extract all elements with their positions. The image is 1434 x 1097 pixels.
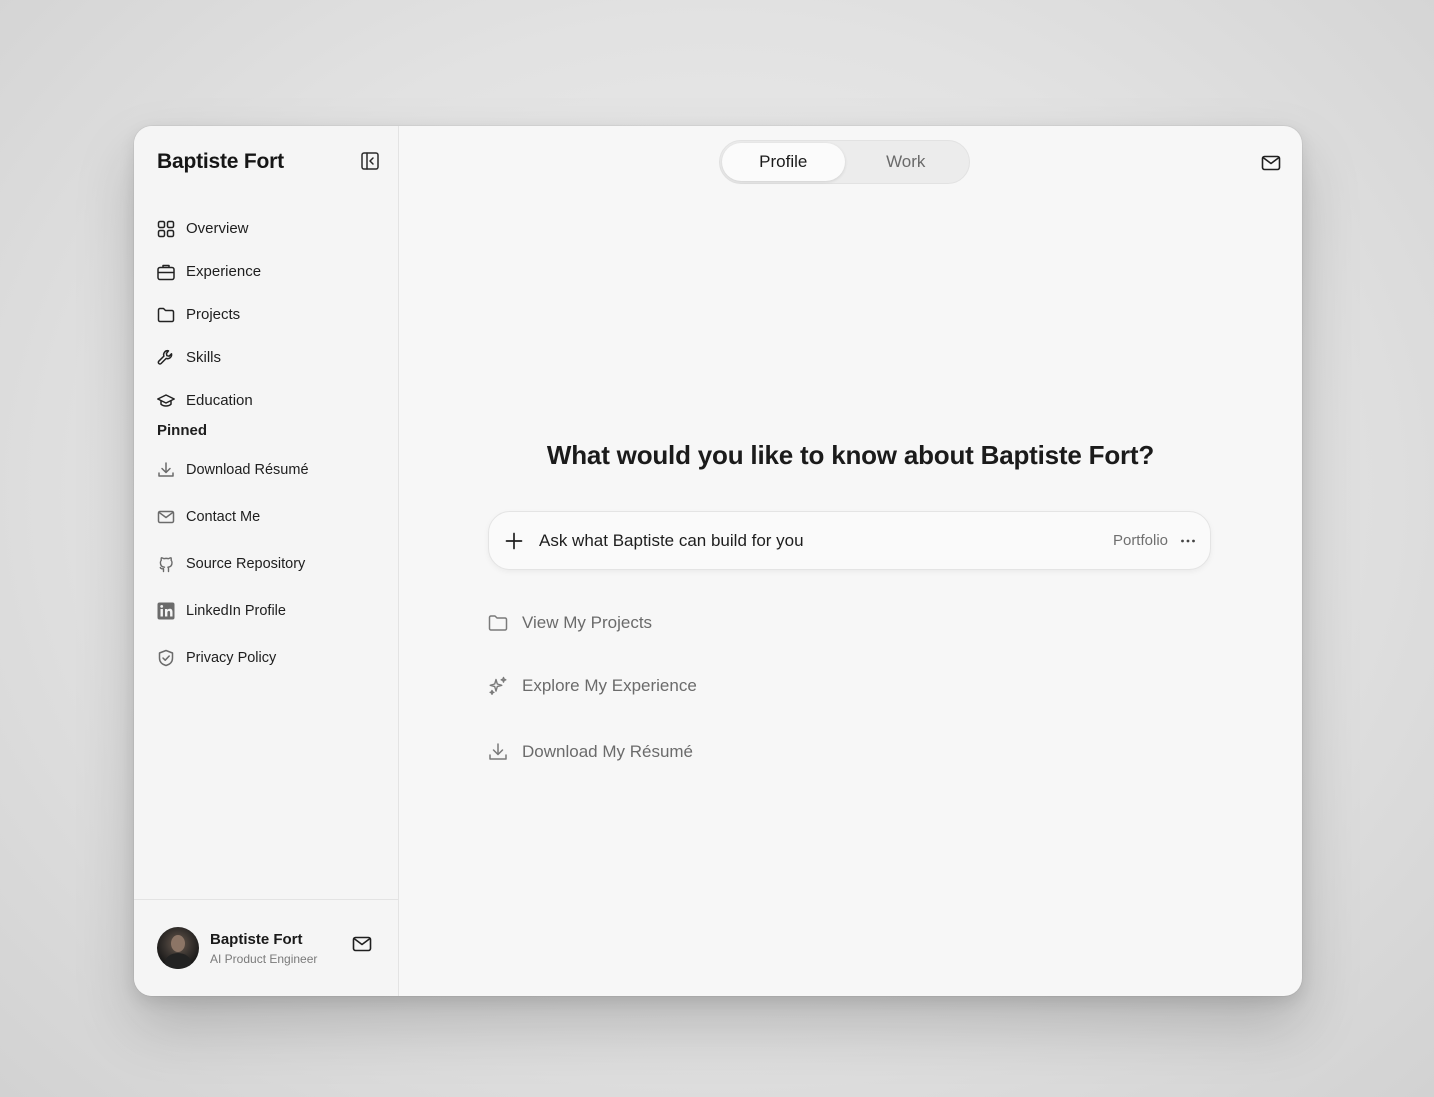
tab-profile[interactable]: Profile xyxy=(722,143,845,181)
briefcase-icon xyxy=(157,264,175,280)
download-icon xyxy=(489,743,507,760)
user-name: Baptiste Fort xyxy=(210,930,303,948)
sidebar-item-label: Download Résumé xyxy=(186,461,309,478)
tab-work[interactable]: Work xyxy=(845,143,968,181)
folder-icon xyxy=(488,615,508,631)
sidebar-item-label: Experience xyxy=(186,263,262,280)
suggestion-label: Download My Résumé xyxy=(522,742,694,761)
sidebar-item-skills[interactable]: Skills xyxy=(156,336,384,379)
sidebar-item-experience[interactable]: Experience xyxy=(156,250,384,293)
download-icon xyxy=(158,461,174,477)
user-role: AI Product Engineer xyxy=(210,951,318,966)
pinned-item-privacy-policy[interactable]: Privacy Policy xyxy=(156,634,384,681)
sidebar-item-label: Skills xyxy=(186,349,222,366)
sidebar-item-overview[interactable]: Overview xyxy=(156,207,384,250)
view-switcher: Profile Work xyxy=(719,140,970,184)
more-options-icon[interactable] xyxy=(1178,531,1198,551)
suggestion-download-resume[interactable]: Download My Résumé xyxy=(487,741,693,763)
sidebar-item-label: Contact Me xyxy=(186,508,261,525)
ask-mode-selector[interactable]: Portfolio xyxy=(1113,532,1168,549)
user-card[interactable]: Baptiste Fort AI Product Engineer xyxy=(134,899,398,996)
pinned-item-linkedin-profile[interactable]: LinkedIn Profile xyxy=(156,587,384,634)
plus-icon[interactable] xyxy=(503,530,525,552)
user-info: Baptiste Fort AI Product Engineer xyxy=(210,931,317,966)
wrench-icon xyxy=(157,349,173,365)
github-icon xyxy=(159,556,173,572)
suggestion-view-projects[interactable]: View My Projects xyxy=(487,612,652,634)
linkedin-icon xyxy=(157,602,175,619)
pinned-item-source-repository[interactable]: Source Repository xyxy=(156,540,384,587)
brand-title: Baptiste Fort xyxy=(157,150,284,173)
graduation-cap-icon xyxy=(157,393,175,407)
sidebar-nav: Overview Experience Projects Skills Educ… xyxy=(156,207,384,422)
folder-icon xyxy=(157,307,175,322)
sidebar-item-label: Education xyxy=(186,392,253,409)
sidebar: Baptiste Fort Overview Experience Projec… xyxy=(134,126,399,996)
sidebar-item-education[interactable]: Education xyxy=(156,379,384,422)
suggestion-label: View My Projects xyxy=(522,613,653,632)
sidebar-item-label: Overview xyxy=(186,220,249,237)
page-headline: What would you like to know about Baptis… xyxy=(546,440,1155,470)
ask-input[interactable] xyxy=(539,530,1113,551)
suggestion-label: Explore My Experience xyxy=(522,676,697,695)
ask-bar: Portfolio xyxy=(488,511,1211,570)
sidebar-item-label: Projects xyxy=(186,306,241,323)
suggestion-explore-experience[interactable]: Explore My Experience xyxy=(487,675,697,697)
pinned-item-download-resume[interactable]: Download Résumé xyxy=(156,446,384,493)
header-mail-icon[interactable] xyxy=(1260,152,1282,174)
pinned-section-label: Pinned xyxy=(157,422,208,439)
grid-icon xyxy=(157,220,175,237)
sidebar-collapse-icon[interactable] xyxy=(360,151,380,171)
mail-icon xyxy=(157,510,175,523)
app-window: Baptiste Fort Overview Experience Projec… xyxy=(134,126,1302,996)
sidebar-item-label: LinkedIn Profile xyxy=(186,602,286,619)
pinned-item-contact-me[interactable]: Contact Me xyxy=(156,493,384,540)
user-mail-icon[interactable] xyxy=(351,933,373,955)
sidebar-item-projects[interactable]: Projects xyxy=(156,293,384,336)
avatar xyxy=(157,927,199,969)
main-panel: Profile Work What would you like to know… xyxy=(399,126,1302,996)
sparkles-icon xyxy=(489,676,507,695)
shield-icon xyxy=(158,649,174,666)
sidebar-item-label: Privacy Policy xyxy=(186,649,277,666)
sidebar-item-label: Source Repository xyxy=(186,555,306,572)
pinned-nav: Download Résumé Contact Me Source Reposi… xyxy=(156,446,384,681)
